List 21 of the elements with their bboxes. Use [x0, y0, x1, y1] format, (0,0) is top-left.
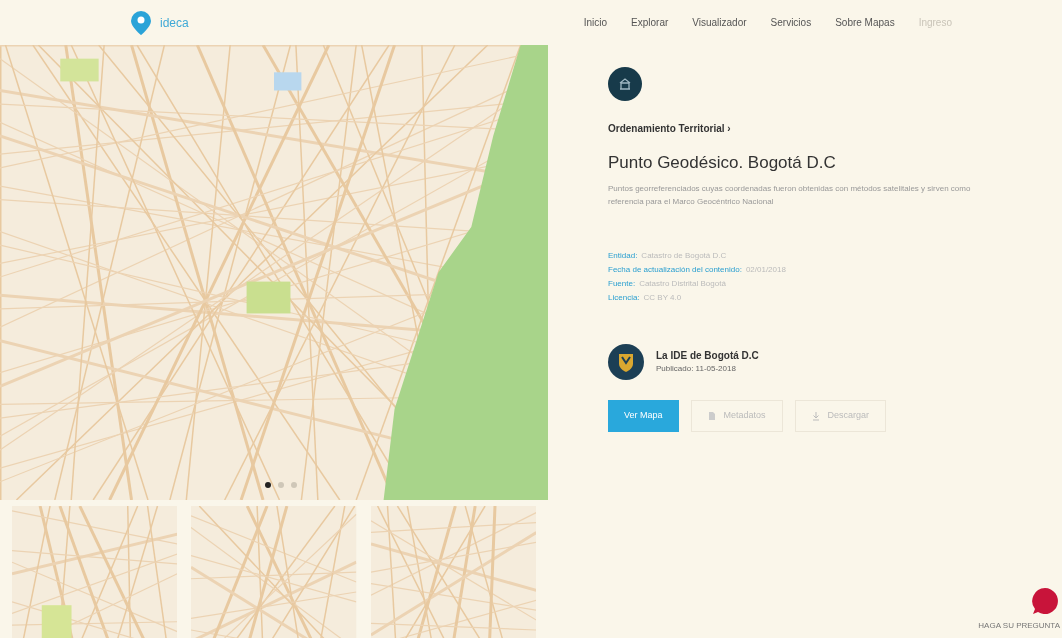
- field-label: Entidad:: [608, 249, 638, 262]
- nav-link[interactable]: Sobre Mapas: [835, 15, 895, 30]
- building-icon: [618, 77, 632, 91]
- dataset-description: Puntos georreferenciados cuyas coordenadas fueron obtenidas con métodos satelitales y sirven como referencia para el Marco Geocéntrico Nacional: [608, 182, 972, 208]
- help-label[interactable]: HAGA SU PREGUNTA: [978, 620, 1060, 632]
- document-icon: [707, 410, 716, 421]
- breadcrumb-link[interactable]: Ordenamiento Territorial ›: [608, 121, 992, 136]
- publisher-name: La IDE de Bogotá D.C: [656, 349, 759, 363]
- field-label: Fecha de actualización del contenido:: [608, 263, 742, 276]
- map-pin-icon: [130, 9, 152, 36]
- chat-bubble-icon[interactable]: [1030, 586, 1060, 616]
- download-icon: [811, 410, 820, 421]
- field-label: Fuente:: [608, 277, 636, 290]
- publish-date: Publicado: 11-05-2018: [656, 363, 737, 375]
- field-label: Licencia:: [608, 291, 640, 304]
- nav-link[interactable]: Explorar: [631, 15, 669, 30]
- nav-link[interactable]: Inicio: [583, 15, 608, 30]
- dataset-title: Punto Geodésico. Bogotá D.C: [608, 152, 837, 174]
- nav-link[interactable]: Visualizador: [692, 15, 747, 30]
- crest-icon: [608, 343, 644, 380]
- nav-link[interactable]: Servicios: [770, 15, 812, 30]
